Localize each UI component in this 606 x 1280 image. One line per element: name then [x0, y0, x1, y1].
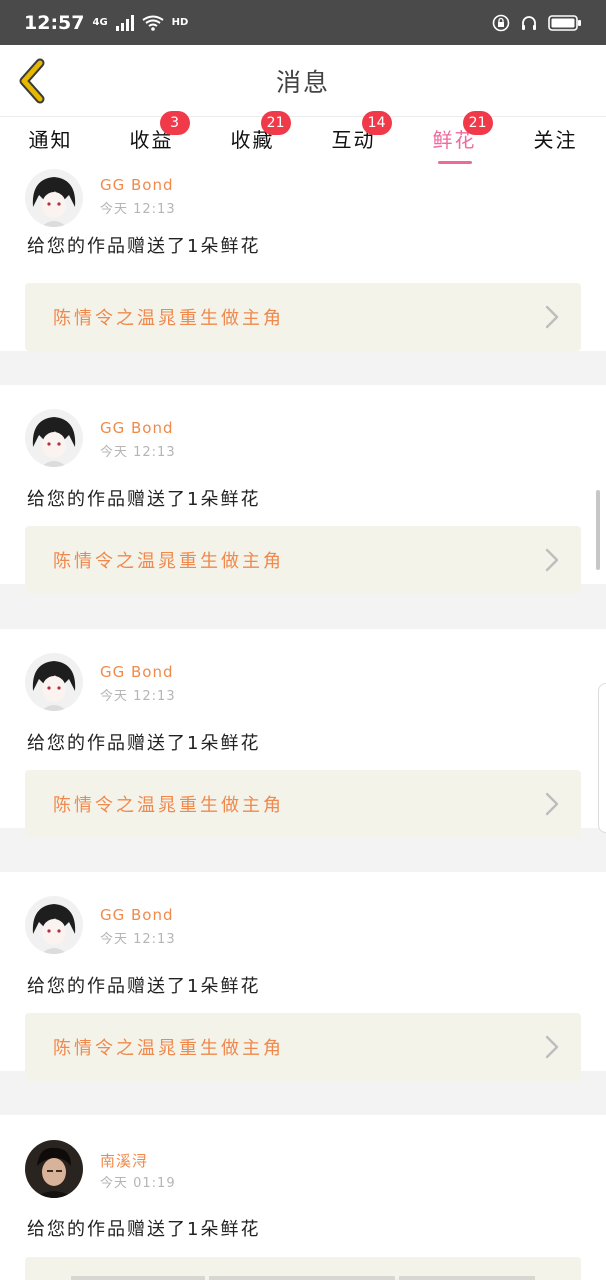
avatar-image	[25, 409, 83, 467]
unread-badge: 21	[462, 111, 493, 135]
avatar-image	[25, 896, 83, 954]
avatar-image	[25, 1140, 83, 1198]
signal-icon	[115, 14, 134, 31]
sender-name[interactable]: GG Bond	[100, 176, 174, 194]
tab-interactions[interactable]: 互动 14	[303, 111, 404, 169]
message-feed[interactable]: GG Bond 今天 12:13 给您的作品赠送了1朵鲜花 陈情令之温晁重生做主…	[0, 169, 606, 1280]
hd-indicator: HD	[171, 17, 189, 28]
avatar[interactable]	[25, 896, 83, 954]
message-text: 给您的作品赠送了1朵鲜花	[27, 1219, 261, 1240]
unread-badge: 14	[361, 111, 392, 135]
tab-favorites[interactable]: 收藏 21	[202, 111, 303, 169]
page-title: 消息	[275, 68, 330, 97]
message-card: 南溪浔 今天 01:19 给您的作品赠送了1朵鲜花	[0, 1115, 606, 1280]
work-link[interactable]: 陈情令之温晁重生做主角	[25, 526, 581, 594]
chevron-right-icon	[545, 305, 559, 329]
chevron-right-icon	[545, 792, 559, 816]
sender-name[interactable]: GG Bond	[100, 419, 174, 437]
status-left: 12:57 4G HD	[24, 12, 188, 34]
tab-earnings[interactable]: 收益 3	[101, 111, 202, 169]
message-time: 今天 12:13	[100, 445, 176, 460]
avatar[interactable]	[25, 409, 83, 467]
lock-rotation-icon	[492, 14, 510, 31]
tab-label: 通知	[28, 128, 73, 152]
work-link[interactable]: 陈情令之温晁重生做主角	[25, 1013, 581, 1081]
work-cover-strip	[209, 1276, 395, 1280]
status-right	[492, 14, 582, 32]
tab-notifications[interactable]: 通知	[0, 117, 101, 169]
message-text: 给您的作品赠送了1朵鲜花	[27, 733, 261, 754]
message-time: 今天 12:13	[100, 689, 176, 704]
tab-flowers[interactable]: 鲜花 21	[404, 111, 505, 169]
message-time: 今天 12:13	[100, 202, 176, 217]
sender-name[interactable]: GG Bond	[100, 906, 174, 924]
message-card: GG Bond 今天 12:13 给您的作品赠送了1朵鲜花 陈情令之温晁重生做主…	[0, 629, 606, 838]
sender-name[interactable]: 南溪浔	[100, 1150, 148, 1171]
scrollbar[interactable]	[596, 490, 600, 570]
message-time: 今天 12:13	[100, 932, 176, 947]
chevron-right-icon	[545, 1035, 559, 1059]
unread-badge: 21	[260, 111, 291, 135]
avatar[interactable]	[25, 169, 83, 227]
network-indicator: 4G	[92, 17, 108, 28]
avatar[interactable]	[25, 653, 83, 711]
tab-label: 关注	[533, 128, 578, 152]
work-link[interactable]: 陈情令之温晁重生做主角	[25, 770, 581, 838]
avatar-image	[25, 653, 83, 711]
work-cover-strip	[71, 1276, 205, 1280]
message-card: GG Bond 今天 12:13 给您的作品赠送了1朵鲜花 陈情令之温晁重生做主…	[0, 169, 606, 351]
headphones-icon	[522, 15, 536, 30]
edge-panel-handle[interactable]	[598, 683, 606, 833]
message-tabs: 通知 收益 3 收藏 21 互动 14 鲜花 21 关注	[0, 111, 606, 169]
active-tab-indicator	[437, 161, 472, 164]
avatar[interactable]	[25, 1140, 83, 1198]
chevron-right-icon	[545, 548, 559, 572]
unread-badge: 3	[159, 111, 190, 135]
sender-name[interactable]: GG Bond	[100, 663, 174, 681]
message-text: 给您的作品赠送了1朵鲜花	[27, 489, 261, 510]
message-text: 给您的作品赠送了1朵鲜花	[27, 976, 261, 997]
message-time: 今天 01:19	[100, 1176, 176, 1191]
status-bar: 12:57 4G HD	[0, 0, 606, 45]
message-card: GG Bond 今天 12:13 给您的作品赠送了1朵鲜花 陈情令之温晁重生做主…	[0, 385, 606, 594]
work-link[interactable]: 陈情令之温晁重生做主角	[25, 283, 581, 351]
navbar: 消息	[0, 45, 606, 117]
work-title: 陈情令之温晁重生做主角	[53, 795, 284, 816]
work-title: 陈情令之温晁重生做主角	[53, 308, 284, 329]
message-text: 给您的作品赠送了1朵鲜花	[27, 236, 261, 257]
status-time: 12:57	[24, 11, 85, 34]
tab-following[interactable]: 关注	[505, 117, 606, 169]
battery-icon	[548, 14, 581, 31]
wifi-icon	[142, 15, 164, 31]
work-title: 陈情令之温晁重生做主角	[53, 551, 284, 572]
message-card: GG Bond 今天 12:13 给您的作品赠送了1朵鲜花 陈情令之温晁重生做主…	[0, 872, 606, 1081]
avatar-image	[25, 169, 83, 227]
work-cover-strip	[399, 1276, 535, 1280]
work-link[interactable]	[25, 1257, 581, 1280]
work-title: 陈情令之温晁重生做主角	[53, 1038, 284, 1059]
